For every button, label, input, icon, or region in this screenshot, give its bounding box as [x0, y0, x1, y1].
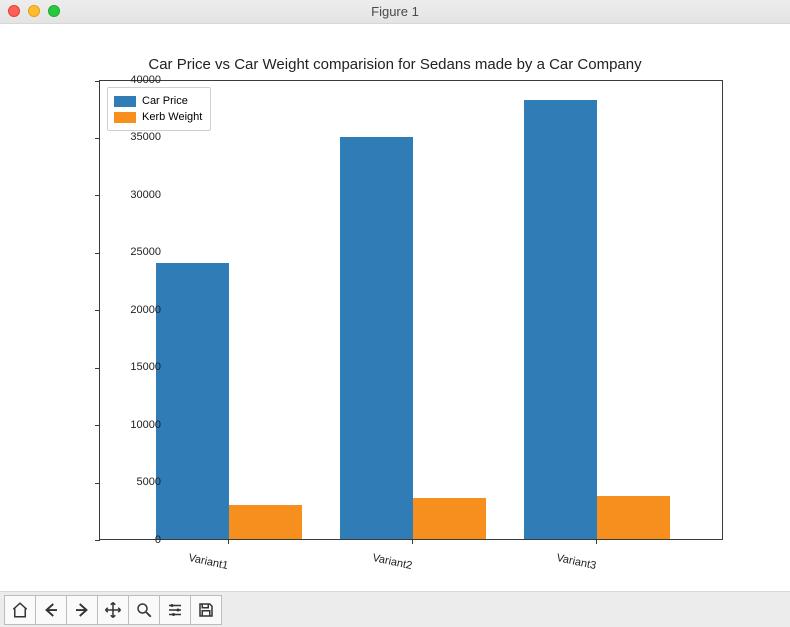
move-icon	[104, 601, 122, 619]
figure-canvas: Car Price vs Car Weight comparision for …	[0, 24, 790, 591]
ytick-2: 10000	[101, 419, 161, 431]
home-button[interactable]	[4, 595, 36, 625]
bar-price-variant2	[340, 137, 413, 540]
maximize-icon[interactable]	[48, 5, 60, 17]
bar-weight-variant2	[413, 498, 486, 539]
minimize-icon[interactable]	[28, 5, 40, 17]
bar-price-variant1	[156, 263, 229, 539]
plot-axes: Car Price Kerb Weight	[99, 80, 723, 540]
home-icon	[11, 601, 29, 619]
legend-item-price: Car Price	[114, 93, 202, 109]
figure-window: Figure 1 Car Price vs Car Weight compari…	[0, 0, 790, 627]
bar-price-variant3	[524, 100, 597, 539]
ytick-4: 20000	[101, 304, 161, 316]
save-button[interactable]	[190, 595, 222, 625]
legend-label-weight: Kerb Weight	[142, 111, 202, 123]
bar-weight-variant3	[597, 496, 670, 539]
arrow-left-icon	[42, 601, 60, 619]
legend: Car Price Kerb Weight	[107, 87, 211, 131]
ytick-0: 0	[101, 534, 161, 546]
xtick-1: Variant2	[371, 552, 413, 572]
titlebar: Figure 1	[0, 0, 790, 24]
arrow-right-icon	[73, 601, 91, 619]
legend-swatch-price	[114, 96, 136, 107]
ytick-8: 40000	[101, 74, 161, 86]
legend-label-price: Car Price	[142, 95, 188, 107]
window-controls	[8, 5, 60, 17]
ytick-6: 30000	[101, 189, 161, 201]
ytick-1: 5000	[101, 476, 161, 488]
xtick-2: Variant3	[555, 552, 597, 572]
bar-weight-variant1	[229, 505, 302, 540]
zoom-button[interactable]	[128, 595, 160, 625]
pan-button[interactable]	[97, 595, 129, 625]
sliders-icon	[166, 601, 184, 619]
ytick-3: 15000	[101, 361, 161, 373]
legend-swatch-weight	[114, 112, 136, 123]
matplotlib-toolbar	[0, 591, 790, 627]
chart-title: Car Price vs Car Weight comparision for …	[0, 56, 790, 73]
forward-button[interactable]	[66, 595, 98, 625]
ytick-7: 35000	[101, 131, 161, 143]
ytick-5: 25000	[101, 246, 161, 258]
back-button[interactable]	[35, 595, 67, 625]
window-title: Figure 1	[0, 4, 790, 19]
save-icon	[197, 601, 215, 619]
configure-button[interactable]	[159, 595, 191, 625]
legend-item-weight: Kerb Weight	[114, 109, 202, 125]
close-icon[interactable]	[8, 5, 20, 17]
xtick-0: Variant1	[187, 552, 229, 572]
magnifier-icon	[135, 601, 153, 619]
